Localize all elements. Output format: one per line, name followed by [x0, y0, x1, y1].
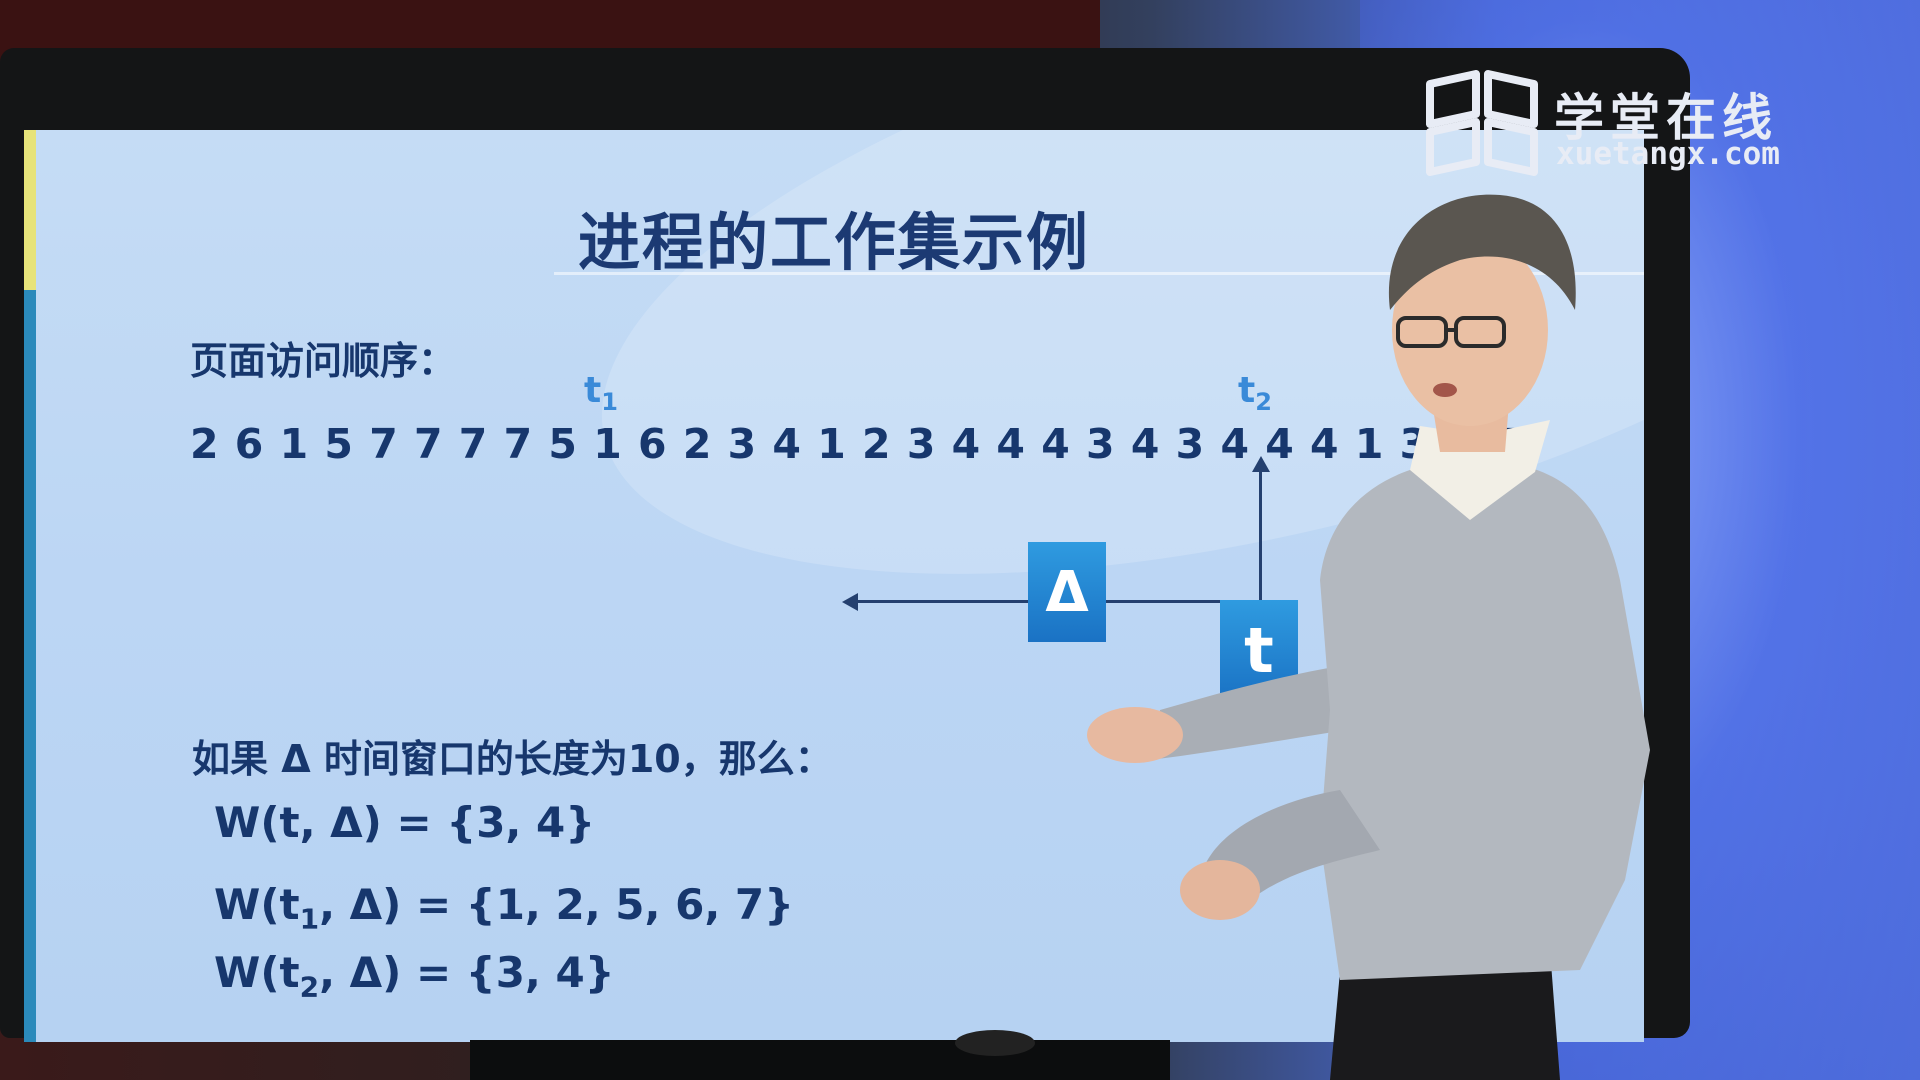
xuetangx-logo: 学堂在线 xuetangx.com	[1422, 70, 1842, 180]
formula-w-t1-suffix: , Δ) = {1, 2, 5, 6, 7}	[319, 880, 795, 929]
formula-w-t2-suffix: , Δ) = {3, 4}	[319, 948, 615, 997]
formula-w-t: W(t, Δ) = {3, 4}	[214, 798, 595, 847]
formula-w-t1-sub: 1	[299, 902, 320, 936]
slide-accent-bar-blue	[24, 290, 36, 1042]
arrow-left-icon	[842, 593, 858, 611]
book-logo-icon	[1426, 70, 1538, 176]
monitor-stand	[470, 1040, 1170, 1080]
logo-url: xuetangx.com	[1556, 136, 1780, 172]
formula-w-t2-sub: 2	[299, 970, 320, 1004]
formula-w-t2: W(t2, Δ) = {3, 4}	[214, 948, 615, 1003]
marker-t1: t1	[584, 370, 618, 416]
window-condition-text: 如果 Δ 时间窗口的长度为10，那么：	[192, 737, 833, 781]
formula-w-t1: W(t1, Δ) = {1, 2, 5, 6, 7}	[214, 880, 794, 935]
formula-w-t1-prefix: W(t	[214, 880, 300, 929]
sequence-label: 页面访问顺序：	[190, 339, 457, 383]
marker-t1-sub: 1	[601, 388, 618, 417]
formula-w-t2-prefix: W(t	[214, 948, 300, 997]
monitor-stand-knob	[955, 1030, 1035, 1056]
formula-w-t-prefix: W(t, Δ) =	[214, 798, 447, 847]
marker-t1-base: t	[584, 370, 602, 411]
presenter-figure	[1087, 194, 1650, 1080]
formula-w-t-set: {3, 4}	[446, 798, 596, 847]
